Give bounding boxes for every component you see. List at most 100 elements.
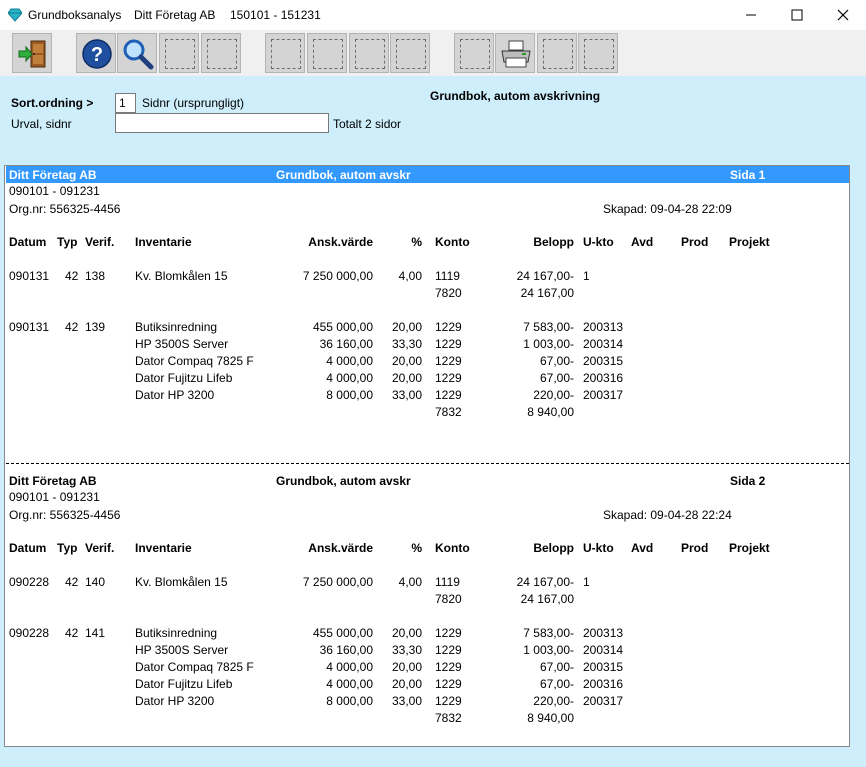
close-button[interactable] bbox=[820, 0, 866, 30]
total-pages-label: Totalt 2 sidor bbox=[333, 117, 402, 131]
line-value: 8 000,00 bbox=[326, 694, 373, 708]
line-account: 1229 bbox=[435, 677, 462, 691]
report-title: Grundbok, autom avskrivning bbox=[430, 89, 601, 103]
page-number: Sida 1 bbox=[730, 168, 766, 182]
line-value: 4 000,00 bbox=[326, 354, 373, 368]
page-company: Ditt Företag AB bbox=[9, 474, 97, 488]
toolbar-placeholder-8[interactable] bbox=[537, 33, 577, 73]
line-subaccount: 200317 bbox=[583, 388, 624, 402]
entry-verification: 138 bbox=[85, 269, 106, 283]
line-account: 1229 bbox=[435, 337, 462, 351]
column-header: Avd bbox=[631, 235, 654, 249]
org-number: Org.nr: 556325-4456 bbox=[9, 202, 121, 216]
line-subaccount: 200313 bbox=[583, 320, 624, 334]
minimize-icon bbox=[746, 14, 756, 16]
help-icon: ? bbox=[82, 39, 112, 69]
column-header: Verif. bbox=[85, 235, 115, 249]
column-header: Avd bbox=[631, 541, 654, 555]
column-header: Prod bbox=[681, 235, 709, 249]
page-title: Grundbok, autom avskr bbox=[276, 474, 411, 488]
line-subaccount: 200316 bbox=[583, 677, 624, 691]
page-header[interactable]: Ditt Företag AB Grundbok, autom avskr Sida… bbox=[6, 166, 849, 183]
entry-date: 090131 bbox=[9, 320, 50, 334]
sort-order-label: Sort.ordning > bbox=[11, 96, 94, 110]
line-subaccount: 200315 bbox=[583, 660, 624, 674]
column-header: Ansk.värde bbox=[308, 541, 373, 555]
column-header: Projekt bbox=[729, 541, 770, 555]
column-header: U-kto bbox=[583, 541, 614, 555]
created-timestamp: Skapad: 09-04-28 22:24 bbox=[603, 508, 732, 522]
entry-verification: 139 bbox=[85, 320, 106, 334]
maximize-button[interactable] bbox=[774, 0, 820, 30]
line-item: HP 3500S Server bbox=[135, 643, 229, 657]
line-account: 1229 bbox=[435, 371, 462, 385]
sort-order-description: Sidnr (ursprungligt) bbox=[142, 96, 245, 110]
line-value: 455 000,00 bbox=[312, 320, 373, 334]
search-button[interactable] bbox=[117, 33, 157, 73]
line-item: Kv. Blomkålen 15 bbox=[135, 269, 228, 283]
column-header: Prod bbox=[681, 541, 709, 555]
line-subaccount: 200316 bbox=[583, 371, 624, 385]
line-account: 1119 bbox=[435, 575, 460, 589]
toolbar-placeholder-7[interactable] bbox=[454, 33, 494, 73]
line-account: 1229 bbox=[435, 388, 462, 402]
entry-date: 090228 bbox=[9, 626, 50, 640]
magnifier-icon bbox=[123, 39, 154, 70]
sort-order-input[interactable] bbox=[115, 93, 136, 113]
line-item: Dator Compaq 7825 F bbox=[135, 354, 254, 368]
help-button[interactable]: ? bbox=[76, 33, 116, 73]
column-header: Ansk.värde bbox=[308, 235, 373, 249]
line-amount: 220,00- bbox=[533, 694, 574, 708]
line-amount: 8 940,00 bbox=[527, 405, 574, 419]
toolbar-placeholder-4[interactable] bbox=[307, 33, 347, 73]
column-header: Konto bbox=[435, 235, 470, 249]
report-preview[interactable]: Ditt Företag AB Grundbok, autom avskr Sida… bbox=[4, 165, 850, 747]
page-header[interactable]: Ditt Företag AB Grundbok, autom avskr Sida… bbox=[6, 472, 849, 489]
selection-label: Urval, sidnr bbox=[11, 117, 72, 131]
column-header: Inventarie bbox=[135, 235, 192, 249]
entry-type: 42 bbox=[65, 269, 79, 283]
toolbar-placeholder-2[interactable] bbox=[201, 33, 241, 73]
column-header: Verif. bbox=[85, 541, 115, 555]
line-percent: 20,00 bbox=[391, 626, 422, 640]
page-title: Grundbok, autom avskr bbox=[276, 168, 411, 182]
line-item: Dator Fujitzu Lifeb bbox=[135, 371, 233, 385]
line-amount: 7 583,00- bbox=[523, 626, 574, 640]
toolbar-placeholder-6[interactable] bbox=[390, 33, 430, 73]
diamond-icon bbox=[8, 8, 22, 22]
exit-button[interactable] bbox=[12, 33, 52, 73]
line-percent: 33,30 bbox=[391, 337, 422, 351]
period-title: 150101 - 151231 bbox=[230, 8, 321, 22]
line-value: 36 160,00 bbox=[319, 337, 373, 351]
line-account: 1229 bbox=[435, 320, 462, 334]
line-amount: 7 583,00- bbox=[523, 320, 574, 334]
entry-date: 090131 bbox=[9, 269, 50, 283]
line-item: HP 3500S Server bbox=[135, 337, 229, 351]
line-amount: 8 940,00 bbox=[527, 711, 574, 725]
line-subaccount: 200313 bbox=[583, 626, 624, 640]
line-account: 1229 bbox=[435, 626, 462, 640]
app-title: Grundboksanalys bbox=[28, 8, 122, 22]
toolbar-placeholder-9[interactable] bbox=[578, 33, 618, 73]
column-header: Konto bbox=[435, 541, 470, 555]
toolbar-placeholder-1[interactable] bbox=[159, 33, 199, 73]
minimize-button[interactable] bbox=[728, 0, 774, 30]
selection-input[interactable] bbox=[115, 113, 329, 133]
line-amount: 1 003,00- bbox=[523, 643, 574, 657]
entry-verification: 140 bbox=[85, 575, 106, 589]
line-percent: 20,00 bbox=[391, 660, 422, 674]
toolbar-placeholder-3[interactable] bbox=[265, 33, 305, 73]
column-header: Typ bbox=[57, 235, 78, 249]
line-amount: 24 167,00- bbox=[516, 575, 574, 589]
line-item: Butiksinredning bbox=[135, 626, 218, 640]
column-header: Typ bbox=[57, 541, 78, 555]
toolbar-placeholder-5[interactable] bbox=[349, 33, 389, 73]
line-amount: 24 167,00- bbox=[516, 269, 574, 283]
line-percent: 33,00 bbox=[391, 388, 422, 402]
entry-type: 42 bbox=[65, 626, 79, 640]
print-button[interactable] bbox=[495, 33, 535, 73]
line-value: 8 000,00 bbox=[326, 388, 373, 402]
column-header: Projekt bbox=[729, 235, 770, 249]
line-item: Dator Fujitzu Lifeb bbox=[135, 677, 233, 691]
line-account: 1229 bbox=[435, 694, 462, 708]
